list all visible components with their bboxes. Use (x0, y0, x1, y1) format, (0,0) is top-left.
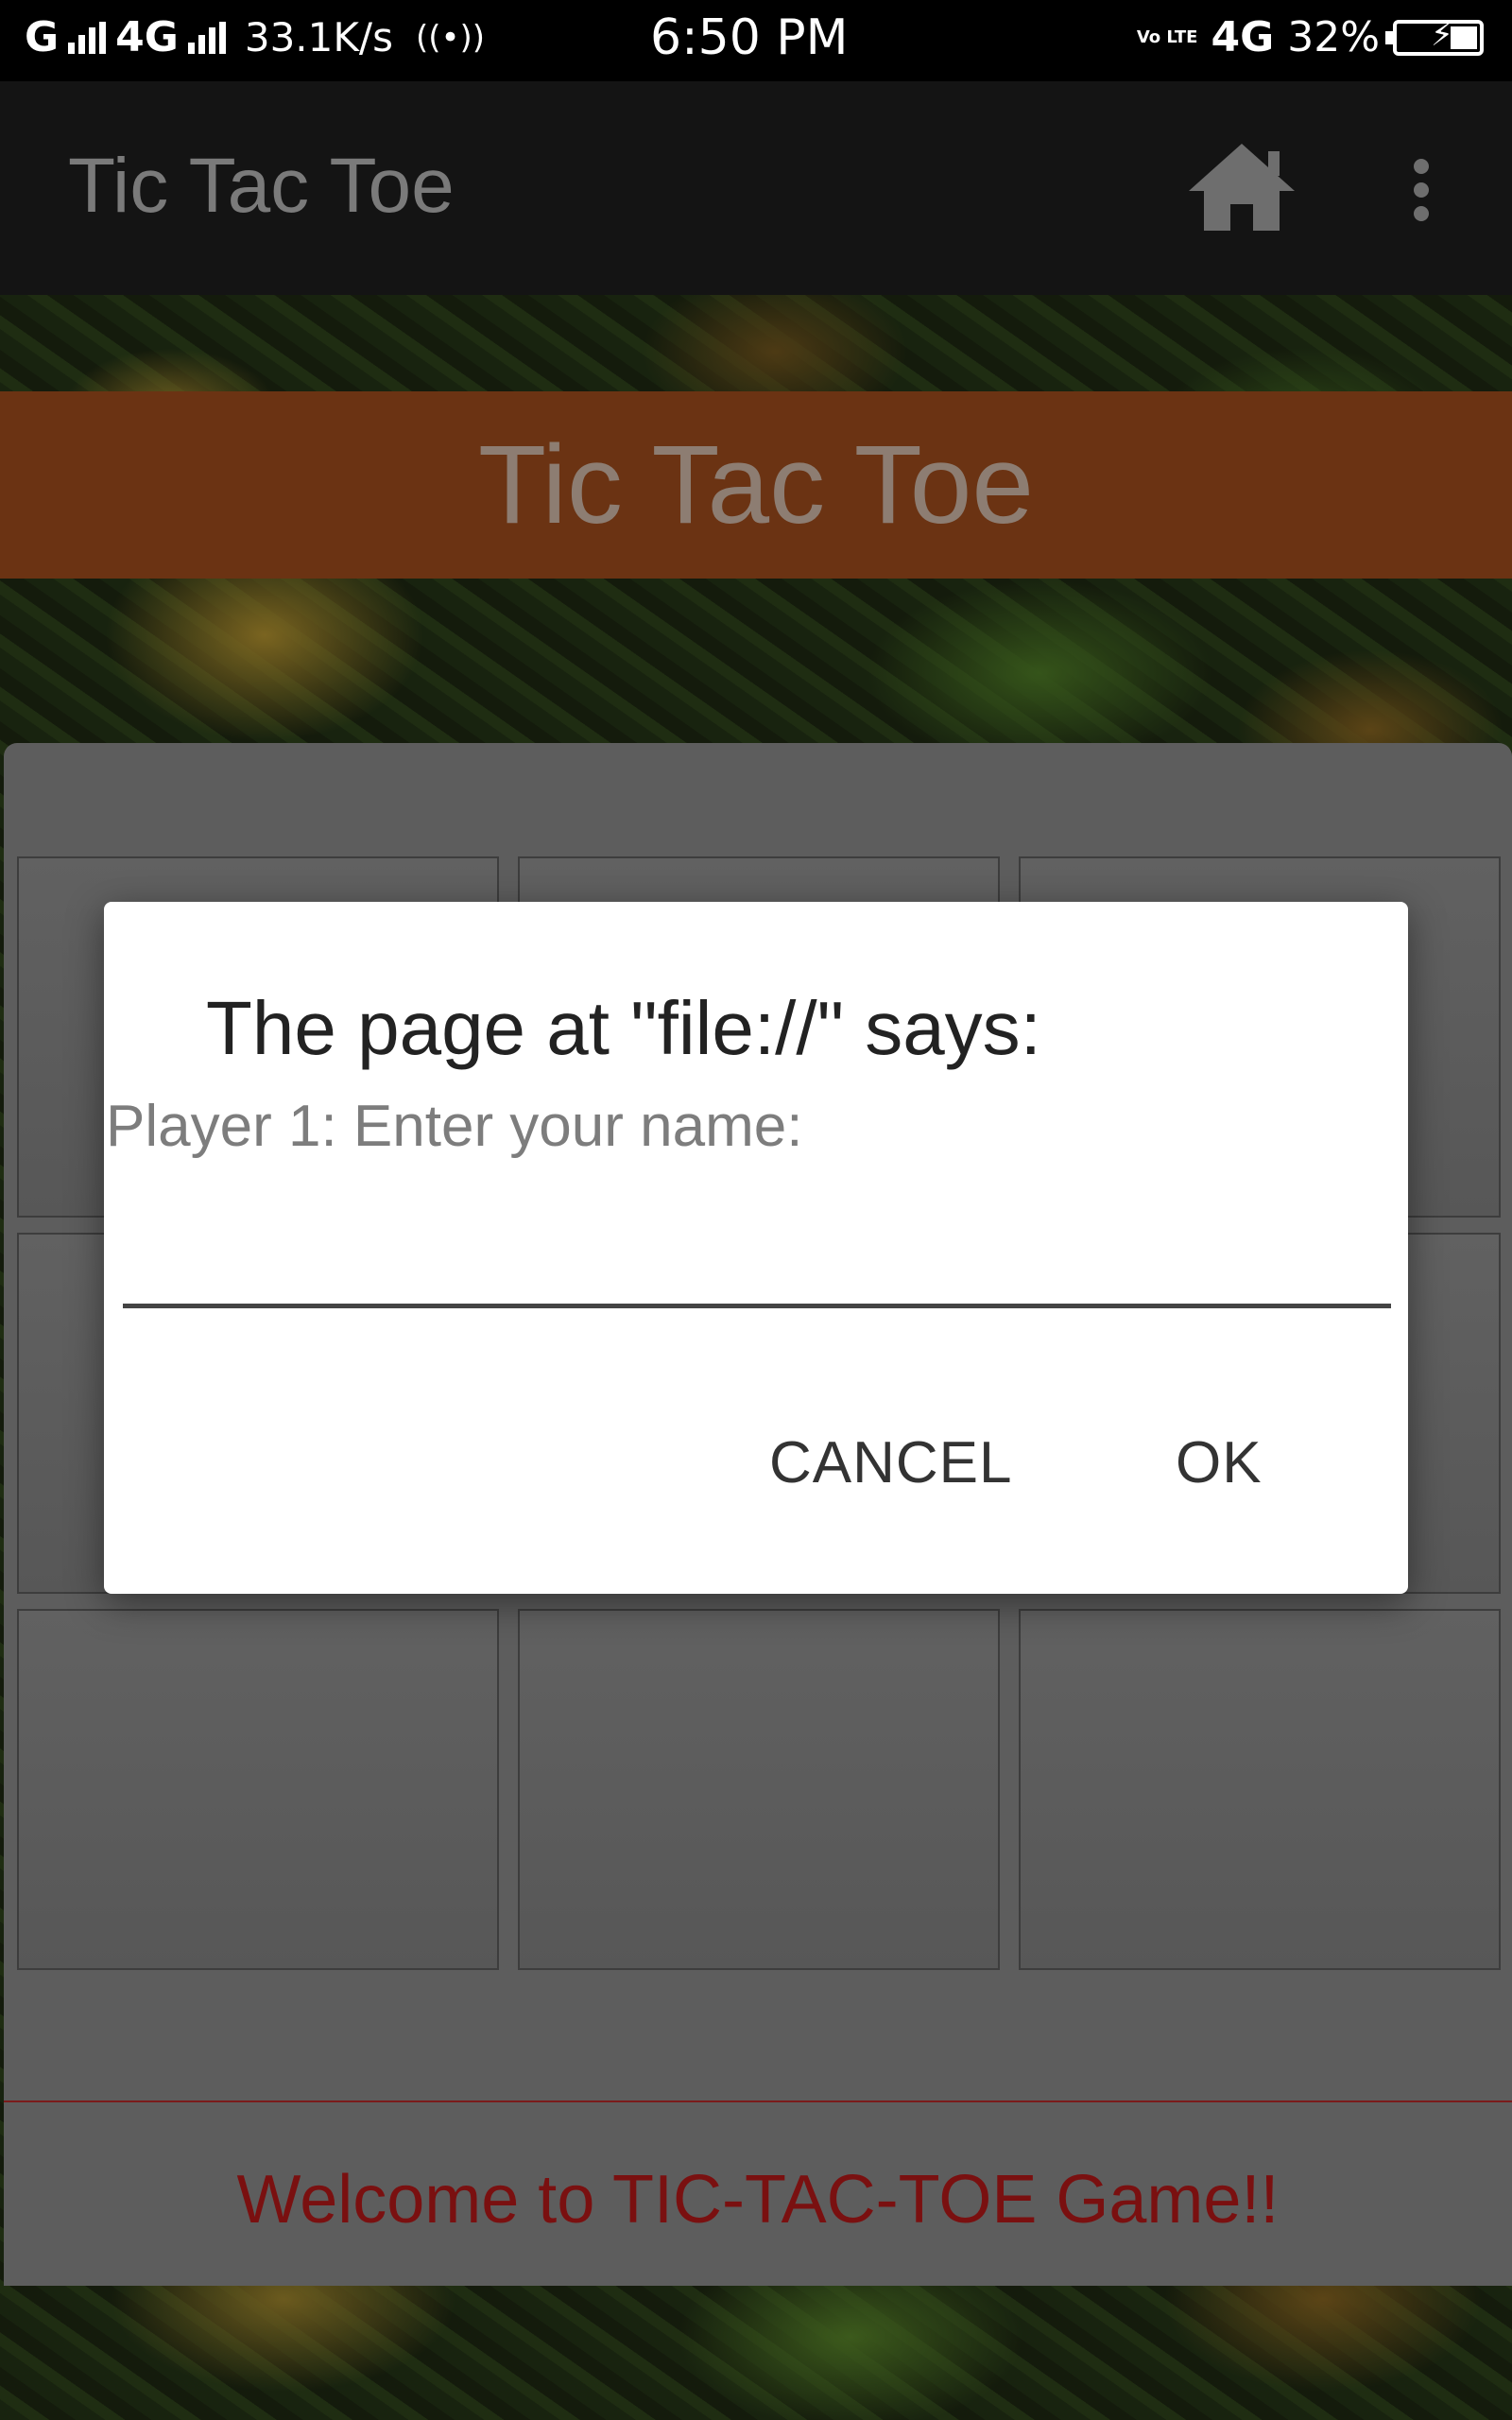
status-time: 6:50 PM (650, 9, 849, 66)
board-cell[interactable] (17, 1609, 499, 1970)
welcome-message: Welcome to TIC-TAC-TOE Game!! (236, 2162, 1280, 2238)
network-label-1: G (25, 13, 60, 61)
app-bar: Tic Tac Toe (0, 81, 1512, 295)
signal-bars-icon (187, 21, 226, 54)
battery-percent: 32% (1287, 13, 1380, 61)
battery-icon: ⚡ (1385, 16, 1484, 56)
page-header: Tic Tac Toe (0, 391, 1512, 579)
player-name-input[interactable] (123, 1185, 1391, 1308)
board-cell[interactable] (518, 1609, 1000, 1970)
footer-divider (4, 2100, 1512, 2102)
status-bar: G 4G 33.1K/s ((•)) 6:50 PM Vo LTE 4G 32%… (0, 0, 1512, 81)
signal-bars-icon (68, 21, 107, 54)
hotspot-icon: ((•)) (415, 18, 486, 57)
app-title: Tic Tac Toe (68, 143, 455, 229)
page-header-title: Tic Tac Toe (477, 423, 1035, 547)
ok-button[interactable]: OK (1176, 1429, 1263, 1496)
charging-icon: ⚡ (1431, 15, 1453, 54)
battery-fill (1450, 26, 1477, 49)
network-speed: 33.1K/s (244, 14, 393, 60)
status-right: Vo LTE 4G 32% ⚡ (1137, 13, 1484, 61)
network-type: 4G (1211, 13, 1275, 61)
volte-label: Vo LTE (1136, 26, 1198, 47)
cancel-button[interactable]: CANCEL (769, 1429, 1013, 1496)
prompt-dialog: The page at "file://" says: Player 1: En… (104, 902, 1408, 1594)
status-left: G 4G 33.1K/s ((•)) (25, 13, 485, 61)
dialog-title: The page at "file://" says: (206, 986, 1041, 1070)
network-label-2: 4G (115, 13, 179, 61)
dialog-message: Player 1: Enter your name: (106, 1094, 803, 1159)
board-cell[interactable] (1019, 1609, 1501, 1970)
more-vert-icon[interactable] (1399, 157, 1444, 223)
home-icon[interactable] (1185, 140, 1298, 234)
